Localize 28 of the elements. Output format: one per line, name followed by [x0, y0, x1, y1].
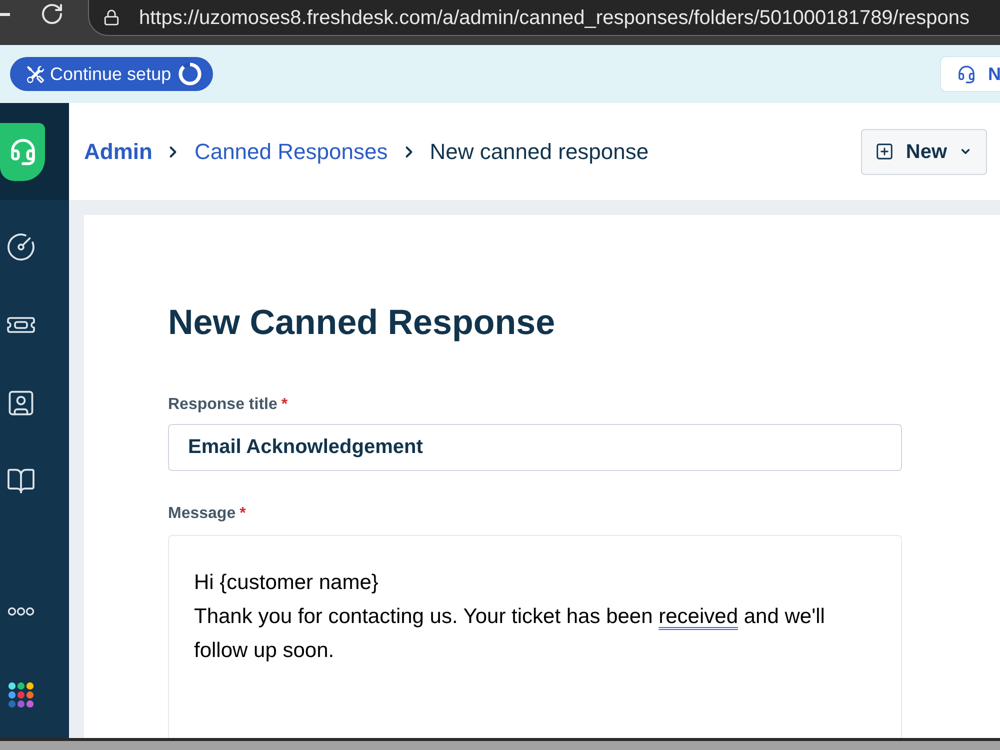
more-icon[interactable]: [8, 607, 34, 616]
dashboard-icon[interactable]: [6, 232, 36, 262]
required-mark: *: [281, 395, 288, 415]
logo-icon[interactable]: [0, 122, 45, 180]
field-label: Message: [168, 504, 236, 524]
help-button[interactable]: N: [940, 56, 1000, 92]
required-mark: *: [240, 504, 246, 524]
breadcrumb-current: New canned response: [430, 138, 649, 166]
lock-icon: [103, 9, 120, 26]
message-paragraph: Hi {customer name}: [194, 570, 380, 596]
headset-icon: [957, 64, 976, 84]
message-paragraph: Thank you for contacting us. Your ticket has been received and we'll follow up soon.: [194, 604, 826, 664]
new-button[interactable]: New: [860, 128, 987, 174]
continue-setup-button[interactable]: Continue setup: [10, 57, 214, 91]
field-label: Response title: [168, 395, 278, 415]
url-text: https://uzomoses8.freshdesk.com/a/admin/canned_responses/folders/501000181789/respons: [139, 6, 970, 30]
response-title-field[interactable]: Email Acknowledgement: [168, 424, 902, 471]
tools-icon: [27, 66, 44, 82]
breadcrumb-link[interactable]: Admin: [84, 135, 152, 168]
book-icon[interactable]: [6, 466, 36, 496]
message-editor[interactable]: Hi {customer name} Thank you for contacting us. Your ticket has been received and we'll follow up soon.: [168, 535, 902, 738]
page-title: New Canned Response: [168, 302, 556, 344]
breadcrumb-link[interactable]: Canned Responses: [194, 135, 388, 168]
address-bar[interactable]: https://uzomoses8.freshdesk.com/a/admin/canned_responses/folders/501000181789/respons: [88, 0, 1000, 36]
reload-icon[interactable]: [40, 2, 64, 26]
contact-icon[interactable]: [6, 388, 36, 418]
plus-icon: [874, 142, 894, 161]
app-grid-icon[interactable]: [8, 682, 34, 708]
